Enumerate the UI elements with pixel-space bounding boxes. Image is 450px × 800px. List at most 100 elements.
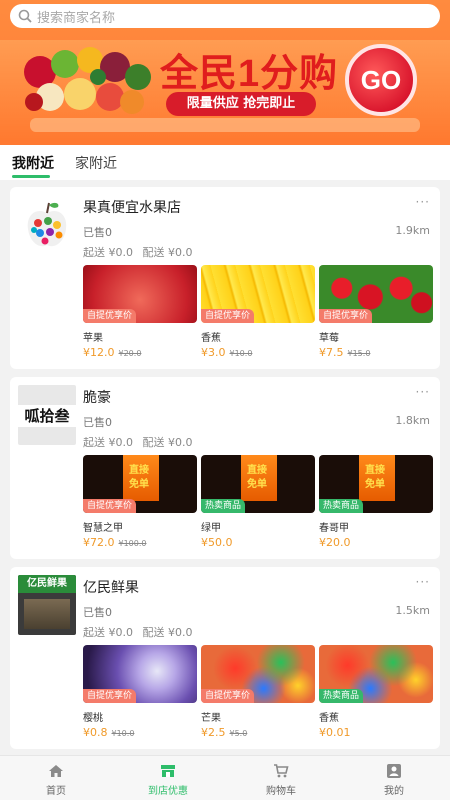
shop-logo: 呱拾叁: [18, 385, 76, 445]
product-name: 绿甲: [201, 523, 221, 534]
product-name: 春哥甲: [319, 523, 349, 534]
poster-text: 直接: [247, 465, 267, 476]
product-name: 草莓: [319, 333, 339, 344]
product-item[interactable]: 自提优享价 香蕉 ¥3.0 ¥10.0: [201, 265, 315, 359]
discount-tag: 自提优享价: [201, 309, 255, 323]
product-price: ¥72.0 ¥100.0: [83, 536, 147, 549]
bottom-nav: 首页 到店优惠 购物车 我的: [0, 755, 450, 800]
hot-tag: 热卖商品: [319, 499, 364, 513]
product-price: ¥20.0: [319, 536, 351, 549]
product-item[interactable]: 自提优享价 樱桃 ¥0.8 ¥10.0: [83, 645, 197, 739]
product-name: 芒果: [201, 713, 221, 724]
poster-text: 直接: [129, 465, 149, 476]
search-input[interactable]: 搜索商家名称: [37, 7, 115, 26]
product-item[interactable]: 直接 免单 自提优享价 智慧之甲 ¥72.0 ¥100.0: [83, 455, 197, 549]
product-price: ¥7.5 ¥15.0: [319, 346, 371, 359]
nav-profile-label: 我的: [384, 786, 404, 797]
nav-store-deals[interactable]: 到店优惠: [112, 756, 224, 800]
tab-nearby-home[interactable]: 家附近: [75, 153, 117, 173]
delivery-info: 起送 ¥0.0 配送 ¥0.0: [83, 434, 199, 450]
apple-logo-icon: [18, 195, 76, 255]
product-image: 自提优享价: [83, 265, 197, 323]
sold-count: 已售0: [83, 416, 112, 429]
banner-stage: [30, 118, 420, 132]
product-name: 香蕉: [201, 333, 221, 344]
hot-tag: 热卖商品: [319, 689, 364, 703]
shop-card[interactable]: 呱拾叁 脆豪 ··· 已售0 1.8km 起送 ¥0.0 配送 ¥0.0 直接 …: [10, 377, 440, 559]
delivery-fee: 配送 ¥0.0: [142, 246, 193, 259]
nav-store-deals-label: 到店优惠: [148, 786, 188, 797]
header: 搜索商家名称 全民1分购 限量供应 抢完即止 GO: [0, 0, 450, 145]
product-item[interactable]: 自提优享价 草莓 ¥7.5 ¥15.0: [319, 265, 433, 359]
product-image: 自提优享价: [319, 265, 433, 323]
discount-tag: 自提优享价: [83, 309, 137, 323]
discount-tag: 自提优享价: [319, 309, 373, 323]
nav-cart-label: 购物车: [266, 786, 296, 797]
product-item[interactable]: 直接 免单 热卖商品 绿甲 ¥50.0: [201, 455, 315, 549]
poster-text: 免单: [247, 479, 267, 490]
product-price: ¥2.5 ¥5.0: [201, 726, 248, 739]
nav-profile[interactable]: 我的: [338, 756, 450, 800]
poster-text: 直接: [365, 465, 385, 476]
banner-subtitle: 限量供应 抢完即止: [166, 92, 316, 116]
min-order: 起送 ¥0.0: [83, 626, 133, 639]
min-order: 起送 ¥0.0: [83, 436, 133, 449]
product-item[interactable]: 热卖商品 香蕉 ¥0.01: [319, 645, 433, 739]
product-image: 热卖商品: [319, 645, 433, 703]
hot-tag: 热卖商品: [201, 499, 246, 513]
product-item[interactable]: 自提优享价 芒果 ¥2.5 ¥5.0: [201, 645, 315, 739]
shop-distance: 1.8km: [395, 414, 430, 427]
product-item[interactable]: 直接 免单 热卖商品 春哥甲 ¥20.0: [319, 455, 433, 549]
discount-tag: 自提优享价: [201, 689, 255, 703]
product-name: 苹果: [83, 333, 103, 344]
product-image: 直接 免单 热卖商品: [201, 455, 315, 513]
shop-distance: 1.5km: [395, 604, 430, 617]
sold-count: 已售0: [83, 226, 112, 239]
nav-home[interactable]: 首页: [0, 756, 112, 800]
product-price: ¥0.01: [319, 726, 351, 739]
product-name: 智慧之甲: [83, 523, 123, 534]
fruit-basket-image: [24, 47, 151, 114]
product-image: 自提优享价: [201, 265, 315, 323]
min-order: 起送 ¥0.0: [83, 246, 133, 259]
product-price: ¥50.0: [201, 536, 233, 549]
product-image: 直接 免单 自提优享价: [83, 455, 197, 513]
product-price: ¥0.8 ¥10.0: [83, 726, 135, 739]
delivery-fee: 配送 ¥0.0: [142, 436, 193, 449]
discount-tag: 自提优享价: [83, 689, 137, 703]
more-options-icon[interactable]: ···: [416, 385, 430, 399]
search-bar[interactable]: 搜索商家名称: [10, 4, 440, 28]
banner-title: 全民1分购: [160, 53, 339, 95]
more-options-icon[interactable]: ···: [416, 195, 430, 209]
shop-logo-text: 亿民鲜果: [18, 575, 76, 593]
shop-card[interactable]: 亿民鲜果 亿民鲜果 ··· 已售0 1.5km 起送 ¥0.0 配送 ¥0.0 …: [10, 567, 440, 749]
discount-tag: 自提优享价: [83, 499, 137, 513]
nav-cart[interactable]: 购物车: [225, 756, 337, 800]
cart-icon: [274, 764, 289, 778]
poster-text: 免单: [365, 479, 385, 490]
product-name: 香蕉: [319, 713, 339, 724]
product-name: 樱桃: [83, 713, 103, 724]
shop-logo: 亿民鲜果: [18, 575, 76, 635]
nav-home-label: 首页: [46, 786, 66, 797]
product-image: 自提优享价: [201, 645, 315, 703]
location-tabs: 我附近 家附近: [0, 145, 450, 180]
tab-nearby-me[interactable]: 我附近: [12, 153, 54, 173]
go-button[interactable]: GO: [345, 44, 417, 116]
shop-name: 脆豪: [83, 390, 111, 406]
product-price: ¥12.0 ¥20.0: [83, 346, 142, 359]
shop-name: 果真便宜水果店: [83, 200, 181, 216]
delivery-info: 起送 ¥0.0 配送 ¥0.0: [83, 244, 199, 260]
active-tab-indicator: [12, 175, 50, 178]
more-options-icon[interactable]: ···: [416, 575, 430, 589]
shop-logo-text: 呱拾叁: [18, 405, 76, 427]
search-icon: [18, 9, 32, 23]
promo-banner[interactable]: 全民1分购 限量供应 抢完即止 GO: [0, 40, 450, 140]
shop-card[interactable]: 果真便宜水果店 ··· 已售0 1.9km 起送 ¥0.0 配送 ¥0.0 自提…: [10, 187, 440, 369]
home-icon: [49, 765, 63, 777]
shop-name: 亿民鲜果: [83, 580, 139, 596]
product-item[interactable]: 自提优享价 苹果 ¥12.0 ¥20.0: [83, 265, 197, 359]
profile-icon: [387, 764, 401, 778]
shop-distance: 1.9km: [395, 224, 430, 237]
delivery-fee: 配送 ¥0.0: [142, 626, 193, 639]
